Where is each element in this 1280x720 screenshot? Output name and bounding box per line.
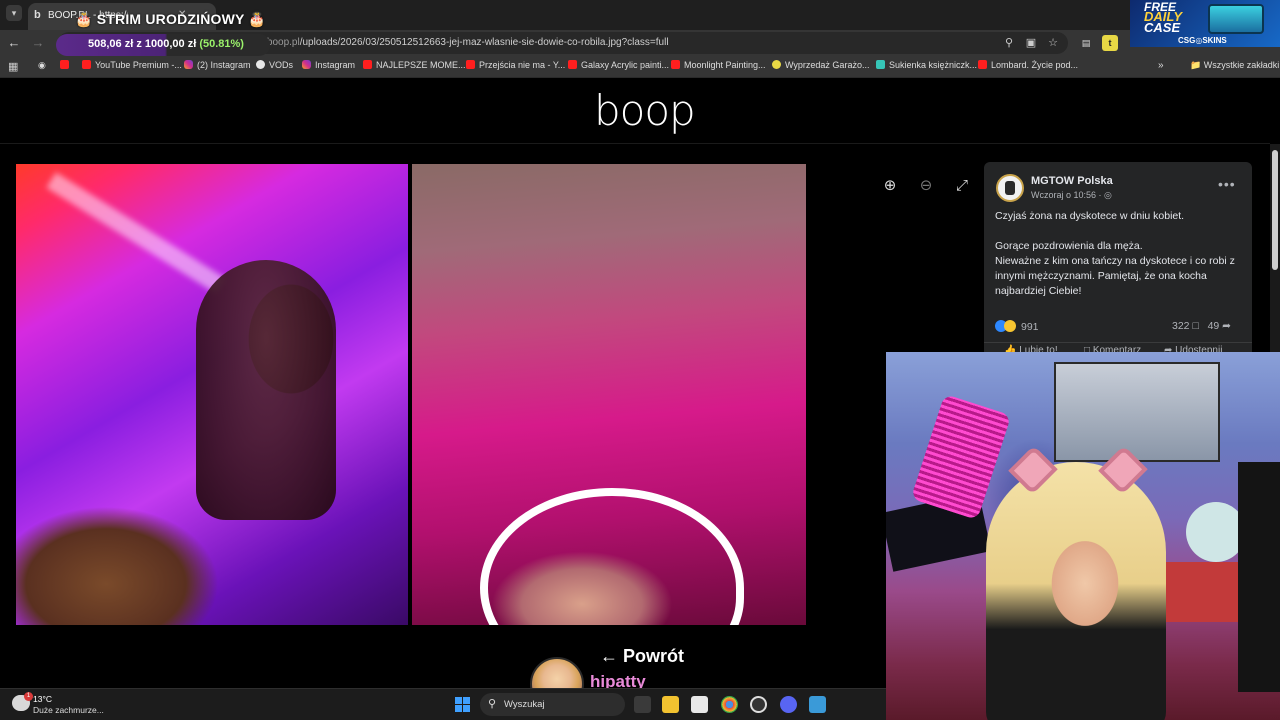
screenshot-icon[interactable]: ▣ [1024, 36, 1038, 50]
post-time[interactable]: Wczoraj o 10:56 · ◎ [1031, 190, 1112, 201]
search-icon: ⚲ [488, 698, 497, 710]
obs-icon[interactable] [750, 696, 767, 713]
promo-line3: CASE [1144, 20, 1181, 35]
url-text[interactable]: https://img.boop.pl/uploads/2026/03/2505… [218, 37, 669, 48]
all-bookmarks-folder[interactable]: 📁 Wszystkie zakładki [1190, 60, 1279, 71]
bookmark-item[interactable]: Instagram [302, 60, 355, 74]
apps-grid-icon[interactable]: ▦ [8, 61, 20, 73]
back-arrow-icon[interactable]: ← [6, 35, 22, 51]
instagram-icon [302, 60, 311, 69]
bookmark-item[interactable]: VODs [256, 60, 293, 74]
page-avatar[interactable] [996, 174, 1024, 202]
bookmark-item[interactable]: Przejścia nie ma - Y... [466, 60, 565, 74]
zoom-in-icon[interactable]: ⊕ [880, 176, 900, 196]
circle-annotation [480, 488, 744, 625]
share-icon: ➦ [1222, 320, 1231, 332]
youtube-icon [466, 60, 475, 69]
stream-title-text: STRIM URODZIŃOWY [96, 11, 245, 27]
post-text: Czyjaś żona na dyskotece w dniu kobiet. … [995, 210, 1235, 297]
comment-count[interactable]: 322 [1172, 320, 1190, 332]
donation-goal-text: 508,06 zł z 1000,00 zł (50.81%) [88, 38, 244, 50]
bookmarks-overflow-icon[interactable]: » [1158, 60, 1164, 71]
task-view-icon[interactable] [634, 696, 651, 713]
sk-icon [876, 60, 885, 69]
share-count[interactable]: 49 [1208, 320, 1220, 332]
youtube-icon [568, 60, 577, 69]
bookmark-item[interactable]: NAJLEPSZE MOME... [363, 60, 466, 74]
vod-icon [256, 60, 265, 69]
photo-left [16, 164, 408, 625]
windows-taskbar: 1 13°C Duże zachmurze... ⚲ Wyszukaj [0, 688, 886, 720]
photos-icon[interactable] [809, 696, 826, 713]
stream-title-overlay: 🎂 STRIM URODZIŃOWY 🎂 [75, 11, 267, 27]
file-explorer-icon[interactable] [662, 696, 679, 713]
more-options-icon[interactable]: ••• [1218, 176, 1236, 192]
promo-brand: CSG◎SKINS [1178, 36, 1227, 45]
boop-favicon-icon: b [34, 9, 41, 21]
zoom-icon[interactable]: ⚲ [1002, 36, 1016, 50]
haha-reaction-icon [1004, 320, 1016, 332]
bookmark-star-icon[interactable]: ☆ [1046, 36, 1060, 50]
back-link[interactable]: ← Powrót [600, 646, 684, 667]
plush-toy [1186, 502, 1246, 562]
reaction-count[interactable]: 991 [995, 320, 1039, 333]
gd-icon [772, 60, 781, 69]
youtube-icon [363, 60, 372, 69]
tab-search-icon[interactable]: ▾ [6, 5, 22, 21]
boop-logo[interactable]: boop [594, 86, 696, 135]
streamer [986, 462, 1166, 720]
post-author[interactable]: MGTOW Polska [1031, 175, 1113, 187]
weather-badge: 1 [24, 692, 33, 701]
windows-start-icon[interactable] [455, 697, 470, 712]
comment-icon: □ [1192, 320, 1199, 332]
browser-tabstrip: ▾ b BOOP.PL - https://img.boop.pl/... ✕ … [0, 0, 1280, 30]
bookmark-item[interactable]: Moonlight Painting... [671, 60, 766, 74]
post-counts: 322 □ 49 ➦ [1172, 320, 1231, 332]
bookmark-item[interactable]: Lombard. Życie pod... [978, 60, 1078, 74]
case-icon [1208, 4, 1264, 34]
bookmark-item[interactable]: (2) Instagram [184, 60, 251, 74]
promo-banner: FREE DAILY CASE CSG◎SKINS [1130, 0, 1280, 47]
scroll-thumb[interactable] [1272, 150, 1278, 270]
bookmark-item[interactable]: YouTube Premium -... [82, 60, 182, 74]
photo-right [412, 164, 806, 625]
bookmark-item[interactable]: Wyprzedaż Garażo... [772, 60, 869, 74]
page-scrollbar[interactable] [1270, 144, 1280, 354]
forward-arrow-icon[interactable]: → [30, 35, 46, 51]
youtube-icon [82, 60, 91, 69]
youtube-icon [671, 60, 680, 69]
extension-t-icon[interactable]: t [1102, 35, 1118, 51]
youtube-icon [978, 60, 987, 69]
zoom-out-icon[interactable]: ⊖ [916, 176, 936, 196]
weather-description[interactable]: Duże zachmurze... [33, 705, 104, 715]
fullscreen-icon[interactable]: ⤢ [952, 176, 972, 196]
discord-icon[interactable] [780, 696, 797, 713]
bookmark-youtube-icon[interactable] [60, 60, 73, 74]
bookmarks-bar: ▦ ◉ YouTube Premium -... (2) Instagram V… [0, 56, 1280, 78]
cat-ear-headphones [986, 445, 1166, 495]
weather-temperature[interactable]: 13°C [33, 694, 52, 704]
header-divider [0, 143, 1270, 144]
facebook-post: MGTOW Polska Wczoraj o 10:56 · ◎ ••• Czy… [984, 162, 1252, 356]
store-icon[interactable] [691, 696, 708, 713]
extension-icon[interactable]: ▤ [1078, 35, 1094, 51]
easel [1238, 462, 1280, 692]
search-placeholder: Wyszukaj [504, 699, 545, 710]
bookmark-item[interactable]: Sukienka księżniczk... [876, 60, 977, 74]
streamer-webcam [886, 352, 1280, 720]
bookmark-item[interactable]: Galaxy Acrylic painti... [568, 60, 669, 74]
instagram-icon [184, 60, 193, 69]
wall-painting [1054, 362, 1220, 462]
bookmark-github-icon[interactable]: ◉ [38, 60, 46, 74]
chrome-icon[interactable] [721, 696, 738, 713]
taskbar-search[interactable]: ⚲ Wyszukaj [480, 693, 625, 716]
screen: ▾ b BOOP.PL - https://img.boop.pl/... ✕ … [0, 0, 1280, 720]
